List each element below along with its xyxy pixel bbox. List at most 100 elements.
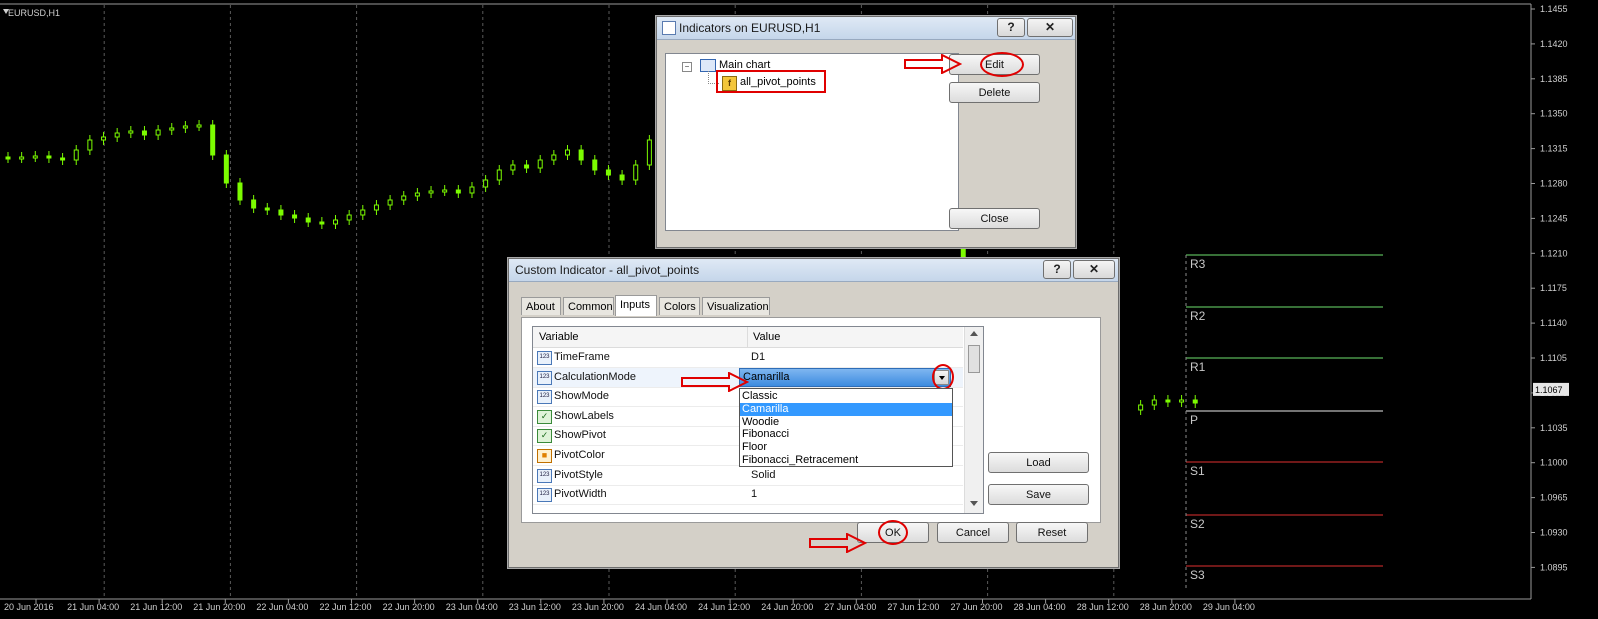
help-button[interactable]: ?: [997, 18, 1025, 37]
scroll-thumb[interactable]: [968, 345, 980, 373]
int-icon: 123: [537, 351, 552, 365]
candle-body: [73, 149, 79, 161]
pivot-label: S1: [1190, 464, 1205, 478]
table-row[interactable]: 123 PivotStyle Solid: [533, 466, 963, 486]
variable-name: ShowPivot: [554, 429, 606, 442]
candle-body: [60, 157, 66, 161]
time-label: 21 Jun 20:00: [193, 602, 245, 612]
price-label: 1.1280: [1540, 179, 1568, 189]
pivot-label: S3: [1190, 568, 1205, 582]
symbol-label: EURUSD,H1: [8, 8, 60, 18]
candle-body: [633, 164, 639, 181]
candle-body: [1138, 404, 1144, 411]
candle-body: [46, 155, 52, 159]
column-variable[interactable]: Variable: [539, 331, 579, 343]
tab-common[interactable]: Common: [563, 297, 614, 315]
dropdown-option[interactable]: Fibonacci_Retracement: [740, 454, 952, 467]
variable-name: ShowLabels: [554, 409, 614, 422]
arrow-to-edit: [904, 54, 962, 74]
candle-body: [19, 156, 25, 160]
candle-body: [592, 159, 598, 171]
candle-body: [155, 129, 161, 136]
candle-body: [564, 149, 570, 156]
variable-name: PivotStyle: [554, 468, 603, 481]
candle-body: [442, 189, 448, 193]
price-label: 1.1000: [1540, 458, 1568, 468]
tab-visualization[interactable]: Visualization: [702, 297, 770, 315]
price-label: 1.1175: [1540, 283, 1567, 293]
price-label: 1.1210: [1540, 248, 1568, 258]
table-header: Variable Value: [533, 327, 963, 348]
variable-name: CalculationMode: [554, 370, 636, 383]
time-axis: 20 Jun 2016 21 Jun 04:00 21 Jun 12:00 21 Ju…: [4, 599, 1255, 612]
dropdown-option[interactable]: Camarilla: [740, 402, 952, 416]
time-label: 22 Jun 12:00: [320, 602, 372, 612]
candle-body: [483, 179, 489, 188]
reset-button[interactable]: Reset: [1016, 522, 1088, 543]
candle-body: [360, 209, 366, 216]
time-label: 24 Jun 20:00: [761, 602, 813, 612]
window-icon: [662, 21, 676, 35]
dropdown-option[interactable]: Woodie: [740, 416, 952, 429]
table-row[interactable]: 123 TimeFrame D1: [533, 348, 963, 368]
custom-dialog-title: Custom Indicator - all_pivot_points: [515, 263, 700, 277]
price-label: 1.1385: [1540, 74, 1568, 84]
tab-about[interactable]: About: [521, 297, 561, 315]
candle-body: [537, 159, 543, 169]
candle-body: [1151, 399, 1157, 406]
candle-body: [264, 207, 270, 211]
time-label: 23 Jun 20:00: [572, 602, 624, 612]
pivot-label: S2: [1190, 517, 1205, 531]
candle-body: [114, 132, 120, 138]
calculation-mode-select[interactable]: Camarilla: [739, 368, 951, 387]
custom-indicator-dialog: Custom Indicator - all_pivot_points ? ✕ …: [508, 258, 1119, 568]
candle-body: [1179, 399, 1185, 403]
candle-body: [373, 204, 379, 211]
tree-collapse-icon[interactable]: −: [682, 62, 692, 72]
candle-body: [605, 169, 611, 176]
tab-inputs[interactable]: Inputs: [615, 295, 657, 316]
candle-body: [278, 209, 284, 216]
delete-button[interactable]: Delete: [949, 82, 1040, 103]
time-label: 22 Jun 20:00: [383, 602, 435, 612]
save-button[interactable]: Save: [988, 484, 1089, 505]
variable-value[interactable]: Solid: [751, 469, 775, 481]
pivot-label: P: [1190, 413, 1198, 427]
tab-colors[interactable]: Colors: [659, 297, 700, 315]
table-row[interactable]: 123 PivotWidth 1: [533, 485, 963, 506]
variable-value[interactable]: D1: [751, 351, 765, 363]
help-button[interactable]: ?: [1043, 260, 1071, 279]
candle-body: [646, 139, 652, 166]
candle-body: [141, 130, 147, 136]
dropdown-highlight-ellipse: [932, 364, 954, 390]
price-label: 1.0895: [1540, 562, 1568, 572]
scroll-up-icon[interactable]: [970, 331, 978, 336]
dropdown-option[interactable]: Floor: [740, 441, 952, 454]
cancel-button[interactable]: Cancel: [937, 522, 1009, 543]
ok-highlight-ellipse: [878, 520, 908, 545]
vertical-scrollbar[interactable]: [964, 327, 983, 513]
close-button[interactable]: Close: [949, 208, 1040, 229]
column-divider: [747, 327, 748, 347]
column-value[interactable]: Value: [753, 331, 780, 343]
scroll-down-icon[interactable]: [970, 501, 978, 506]
dropdown-option[interactable]: Fibonacci: [740, 428, 952, 441]
indicators-dialog-titlebar[interactable]: Indicators on EURUSD,H1 ? ✕: [657, 17, 1075, 40]
candle-body: [469, 186, 475, 194]
dropdown-option[interactable]: Classic: [740, 390, 952, 403]
indicators-dialog-title: Indicators on EURUSD,H1: [679, 21, 821, 35]
variable-value[interactable]: 1: [751, 488, 757, 500]
time-label: 23 Jun 04:00: [446, 602, 498, 612]
candle-body: [619, 174, 625, 181]
time-label: 24 Jun 04:00: [635, 602, 687, 612]
load-button[interactable]: Load: [988, 452, 1089, 473]
price-label: 1.1105: [1540, 353, 1567, 363]
current-price-label: 1.1067: [1535, 385, 1563, 395]
time-label: 27 Jun 04:00: [824, 602, 876, 612]
time-label: 23 Jun 12:00: [509, 602, 561, 612]
candle-body: [101, 136, 107, 141]
custom-dialog-titlebar[interactable]: Custom Indicator - all_pivot_points ? ✕: [509, 259, 1118, 282]
close-window-button[interactable]: ✕: [1073, 260, 1115, 279]
time-label: 24 Jun 12:00: [698, 602, 750, 612]
close-window-button[interactable]: ✕: [1027, 18, 1073, 37]
